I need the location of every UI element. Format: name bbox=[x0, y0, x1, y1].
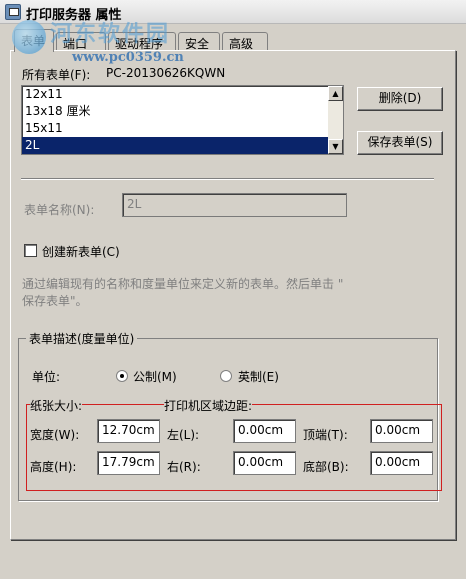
tab-drivers[interactable]: 驱动程序 bbox=[108, 32, 176, 51]
title-bar[interactable]: 打印服务器 属性 bbox=[0, 0, 466, 24]
imperial-radio[interactable] bbox=[220, 370, 232, 382]
width-input[interactable]: 12.70cm bbox=[97, 419, 160, 443]
list-item-selected[interactable]: 2L bbox=[22, 137, 330, 154]
bottom-margin-input[interactable]: 0.00cm bbox=[370, 451, 433, 475]
right-margin-label: 右(R): bbox=[167, 460, 201, 474]
forms-listbox[interactable]: 12x11 13x18 厘米 15x11 2L ▲ ▼ bbox=[21, 85, 344, 155]
highlight-box bbox=[26, 404, 442, 491]
form-name-input[interactable]: 2L bbox=[122, 193, 347, 217]
create-new-form-label[interactable]: 创建新表单(C) bbox=[42, 243, 120, 260]
scroll-up-icon[interactable]: ▲ bbox=[328, 86, 343, 101]
printer-icon bbox=[5, 4, 21, 20]
paper-size-label: 纸张大小: bbox=[30, 397, 83, 414]
tab-forms[interactable]: 表单 bbox=[14, 29, 54, 52]
form-name-label: 表单名称(N): bbox=[24, 203, 95, 217]
help-text-line2: 保存表单"。 bbox=[22, 294, 88, 308]
tab-security[interactable]: 安全 bbox=[178, 32, 220, 51]
form-description-title: 表单描述(度量单位) bbox=[26, 330, 138, 347]
width-label: 宽度(W): bbox=[30, 428, 80, 442]
top-margin-input[interactable]: 0.00cm bbox=[370, 419, 433, 443]
bottom-margin-label: 底部(B): bbox=[303, 460, 349, 474]
imperial-label[interactable]: 英制(E) bbox=[238, 368, 279, 385]
tab-ports[interactable]: 端口 bbox=[56, 32, 106, 51]
height-input[interactable]: 17.79cm bbox=[97, 451, 160, 475]
create-new-form-checkbox[interactable] bbox=[24, 244, 37, 257]
metric-label[interactable]: 公制(M) bbox=[133, 368, 177, 385]
left-margin-input[interactable]: 0.00cm bbox=[233, 419, 296, 443]
window-title: 打印服务器 属性 bbox=[26, 8, 122, 23]
list-item[interactable]: 12x11 bbox=[22, 86, 330, 103]
server-name: PC-20130626KQWN bbox=[106, 66, 226, 80]
help-text-line1: 通过编辑现有的名称和度量单位来定义新的表单。然后单击 " bbox=[22, 277, 344, 291]
list-item[interactable]: 15x11 bbox=[22, 120, 330, 137]
right-margin-input[interactable]: 0.00cm bbox=[233, 451, 296, 475]
unit-label: 单位: bbox=[32, 370, 61, 384]
scroll-down-icon[interactable]: ▼ bbox=[328, 139, 343, 154]
printer-margins-label: 打印机区域边距: bbox=[164, 397, 253, 414]
vertical-scrollbar[interactable]: ▲ ▼ bbox=[328, 86, 343, 154]
all-forms-label: 所有表单(F): bbox=[22, 68, 91, 82]
top-margin-label: 顶端(T): bbox=[303, 428, 348, 442]
delete-button[interactable]: 删除(D) bbox=[357, 87, 443, 111]
separator bbox=[21, 178, 434, 180]
tab-advanced[interactable]: 高级 bbox=[222, 32, 268, 51]
metric-radio[interactable] bbox=[116, 370, 128, 382]
left-margin-label: 左(L): bbox=[167, 428, 200, 442]
list-item[interactable]: 13x18 厘米 bbox=[22, 103, 330, 120]
save-form-button[interactable]: 保存表单(S) bbox=[357, 131, 443, 155]
height-label: 高度(H): bbox=[30, 460, 77, 474]
